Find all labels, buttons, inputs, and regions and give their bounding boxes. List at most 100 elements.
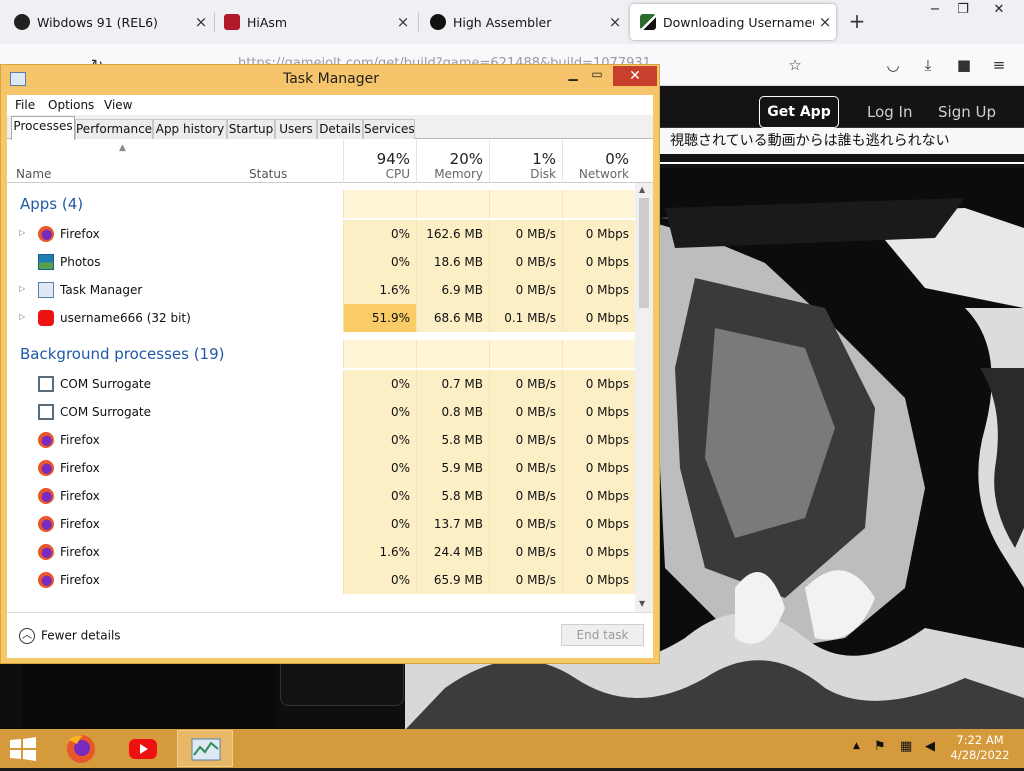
clock[interactable]: 7:22 AM 4/28/2022 (950, 733, 1010, 763)
menu-options[interactable]: Options (48, 98, 94, 112)
sign-up-link[interactable]: Sign Up (938, 103, 996, 121)
table-row[interactable]: Firefox 1.6% 24.4 MB 0 MB/s 0 Mbps (7, 538, 635, 566)
end-task-button[interactable]: End task (561, 624, 644, 646)
tab-services[interactable]: Services (363, 119, 415, 139)
process-table: ▲ Name Status 94% CPU 20% Memory 1% Disk… (7, 140, 653, 612)
column-status[interactable]: Status (249, 167, 287, 181)
tab-app-history[interactable]: App history (153, 119, 227, 139)
tab-downloading[interactable]: Downloading Username666.ex × (630, 4, 836, 40)
table-row[interactable]: COM Surrogate 0% 0.7 MB 0 MB/s 0 Mbps (7, 370, 635, 398)
bookmark-star-icon[interactable]: ☆ (784, 54, 806, 76)
tab-hiasm[interactable]: HiAsm × (214, 4, 414, 40)
column-memory[interactable]: 20% Memory (416, 140, 489, 183)
group-header: Apps (4) (7, 190, 635, 218)
table-row[interactable]: Firefox 0% 65.9 MB 0 MB/s 0 Mbps (7, 566, 635, 594)
process-disk: 0.1 MB/s (489, 304, 562, 332)
table-row[interactable]: ▷ Firefox 0% 162.6 MB 0 MB/s 0 Mbps (7, 220, 635, 248)
process-disk: 0 MB/s (489, 220, 562, 248)
table-row[interactable]: COM Surrogate 0% 0.8 MB 0 MB/s 0 Mbps (7, 398, 635, 426)
process-cpu: 0% (343, 220, 416, 248)
process-memory: 5.8 MB (416, 426, 489, 454)
title-bar[interactable]: Task Manager ▁ ▭ ✕ (1, 65, 659, 95)
com-surrogate-icon (38, 404, 54, 420)
scroll-up-icon[interactable]: ▲ (639, 185, 645, 194)
show-hidden-icons-icon[interactable]: ▲ (853, 741, 860, 751)
close-icon[interactable]: × (604, 13, 626, 31)
tab-processes[interactable]: Processes (11, 116, 75, 140)
cpu-percent: 94% (376, 150, 410, 168)
volume-muted-icon[interactable]: ◀ (925, 739, 935, 754)
tab-performance[interactable]: Performance (75, 119, 153, 139)
page-panel (22, 664, 276, 730)
firefox-icon (38, 516, 54, 532)
close-button[interactable]: ✕ (613, 66, 657, 86)
process-cpu: 0% (343, 510, 416, 538)
column-cpu[interactable]: 94% CPU (343, 140, 416, 183)
close-icon[interactable]: × (814, 13, 836, 31)
tab-users[interactable]: Users (275, 119, 317, 139)
tab-strip: Processes Performance App history Startu… (7, 115, 653, 140)
firefox-icon (38, 226, 54, 242)
new-tab-button[interactable]: + (846, 10, 868, 34)
table-row[interactable]: Firefox 0% 5.8 MB 0 MB/s 0 Mbps (7, 426, 635, 454)
taskbar-taskmanager[interactable] (177, 730, 233, 767)
process-disk: 0 MB/s (489, 248, 562, 276)
column-disk[interactable]: 1% Disk (489, 140, 562, 183)
minimize-button[interactable]: − (920, 0, 950, 22)
get-app-button[interactable]: Get App (759, 96, 839, 128)
tab-startup[interactable]: Startup (227, 119, 275, 139)
banner-text: 視聴されている動画からは誰も逃れられない (660, 128, 1024, 154)
expand-icon[interactable]: ▷ (19, 228, 25, 237)
sort-arrow-icon: ▲ (119, 143, 126, 153)
log-in-link[interactable]: Log In (867, 103, 913, 121)
table-row[interactable]: ▷ username666 (32 bit) 51.9% 68.6 MB 0.1 MB/… (7, 304, 635, 332)
tab-wibdows[interactable]: Wibdows 91 (REL6) × (4, 4, 212, 40)
taskbar-firefox[interactable] (53, 730, 109, 767)
pocket-icon[interactable]: ◡ (882, 54, 904, 76)
close-window-button[interactable]: ✕ (984, 0, 1014, 22)
youtube-icon (38, 310, 54, 326)
process-cpu: 0% (343, 454, 416, 482)
table-row[interactable]: Firefox 0% 5.8 MB 0 MB/s 0 Mbps (7, 482, 635, 510)
group-label: Apps (4) (20, 195, 84, 213)
process-disk: 0 MB/s (489, 426, 562, 454)
action-center-flag-icon[interactable]: ⚑ (874, 739, 886, 754)
process-cpu: 0% (343, 370, 416, 398)
process-memory: 162.6 MB (416, 220, 489, 248)
menu-icon[interactable]: ≡ (988, 54, 1010, 76)
process-disk: 0 MB/s (489, 510, 562, 538)
start-button[interactable] (8, 736, 38, 762)
expand-icon[interactable]: ▷ (19, 284, 25, 293)
column-name[interactable]: Name (16, 167, 51, 181)
expand-icon[interactable]: ▷ (19, 312, 25, 321)
taskbar-youtube[interactable] (115, 730, 171, 767)
close-icon[interactable]: × (190, 13, 212, 31)
table-row[interactable]: Photos 0% 18.6 MB 0 MB/s 0 Mbps (7, 248, 635, 276)
table-row[interactable]: ▷ Task Manager 1.6% 6.9 MB 0 MB/s 0 Mbps (7, 276, 635, 304)
process-name: Firefox (60, 227, 100, 241)
restore-button[interactable]: ❐ (948, 0, 978, 22)
tab-details[interactable]: Details (317, 119, 363, 139)
scrollbar-thumb[interactable] (639, 198, 649, 308)
process-cpu: 0% (343, 566, 416, 594)
downloads-icon[interactable]: ⤓ (917, 54, 939, 76)
menu-view[interactable]: View (104, 98, 132, 112)
heat-cell (416, 340, 489, 368)
table-row[interactable]: Firefox 0% 13.7 MB 0 MB/s 0 Mbps (7, 510, 635, 538)
column-network[interactable]: 0% Network (562, 140, 635, 183)
process-disk: 0 MB/s (489, 398, 562, 426)
network-icon[interactable]: ▦ (900, 739, 912, 754)
minimize-button[interactable]: ▁ (561, 67, 585, 87)
menu-file[interactable]: File (15, 98, 35, 112)
taskmanager-icon (38, 282, 54, 298)
fewer-details-button[interactable]: ︿ Fewer details (19, 628, 121, 644)
tab-high-assembler[interactable]: High Assembler × (420, 4, 626, 40)
scroll-down-icon[interactable]: ▼ (639, 599, 645, 608)
table-row[interactable]: Firefox 0% 5.9 MB 0 MB/s 0 Mbps (7, 454, 635, 482)
firefox-icon (67, 735, 95, 763)
maximize-button[interactable]: ▭ (585, 67, 609, 87)
process-memory: 68.6 MB (416, 304, 489, 332)
memory-label: Memory (434, 167, 483, 181)
extension-icon[interactable]: ■ (953, 54, 975, 76)
close-icon[interactable]: × (392, 13, 414, 31)
